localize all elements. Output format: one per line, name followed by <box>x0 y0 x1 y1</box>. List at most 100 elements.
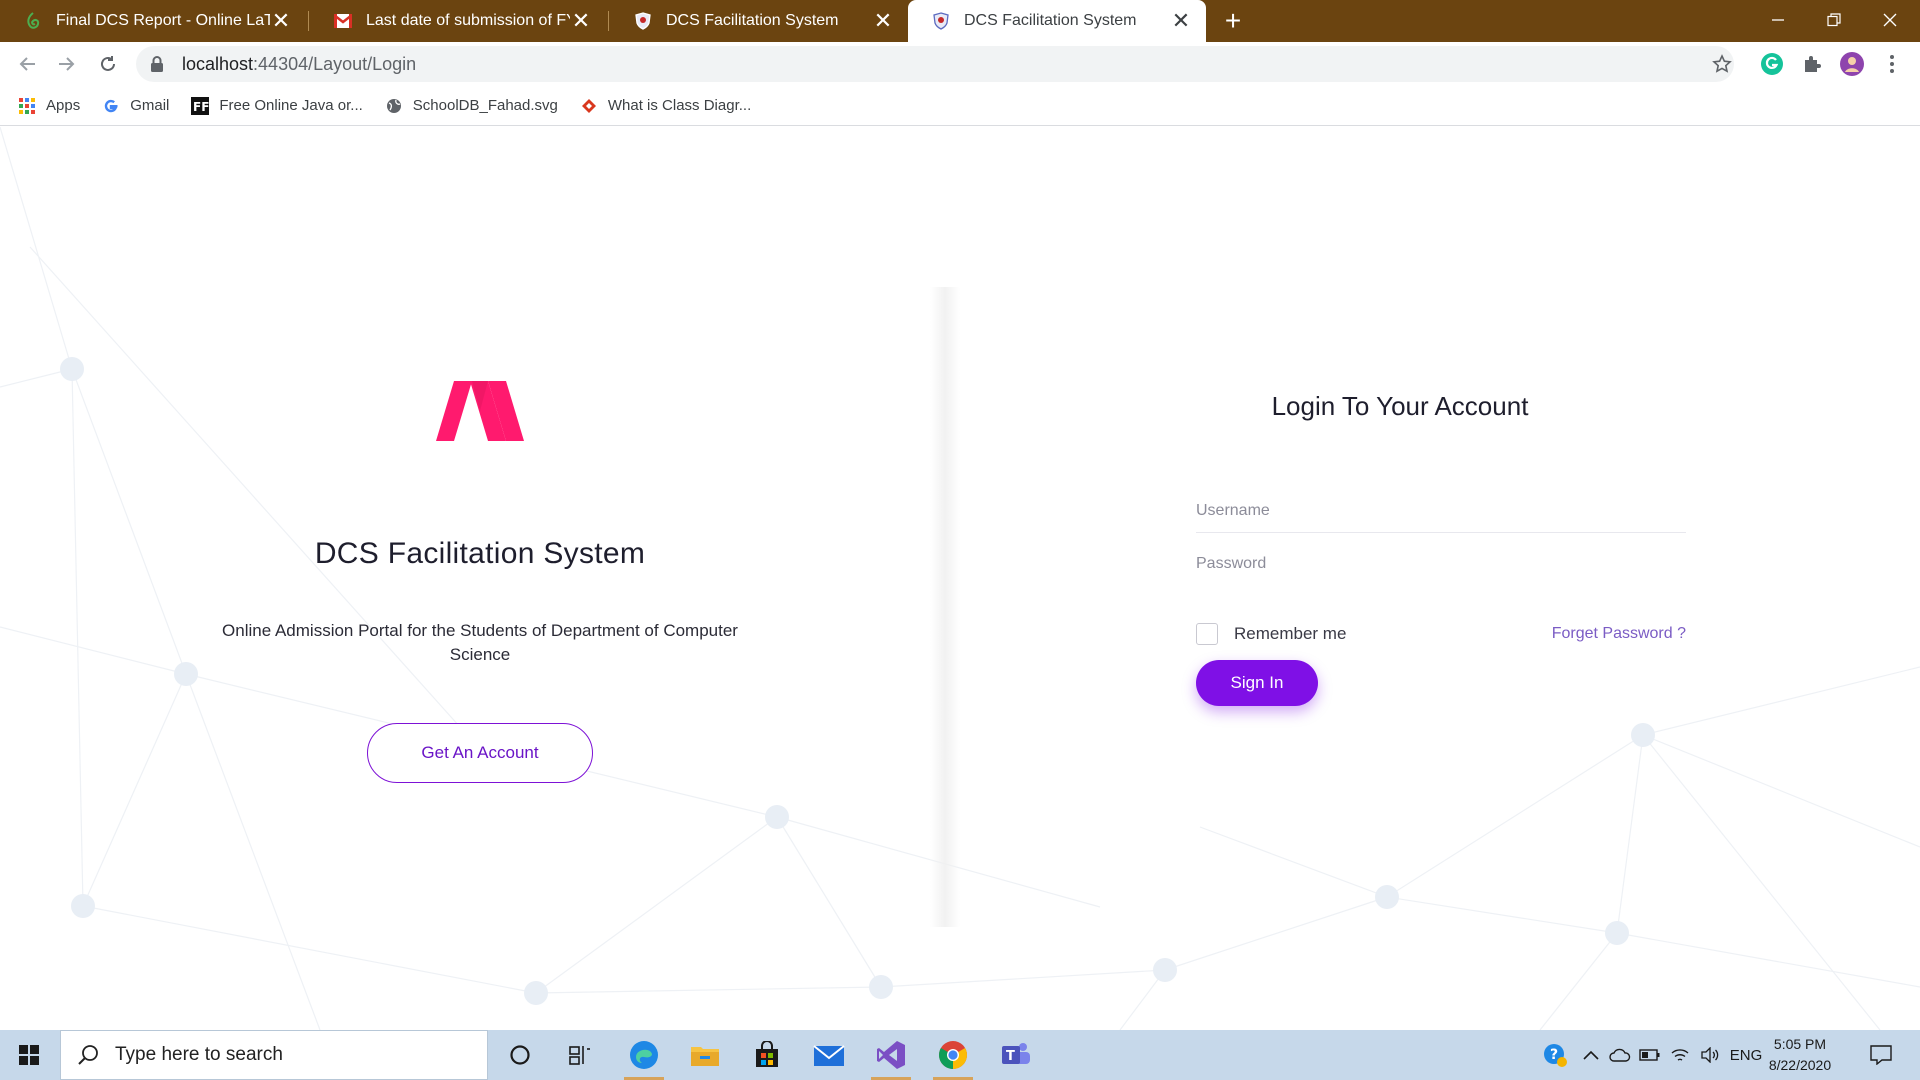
battery-icon[interactable] <box>1636 1030 1664 1080</box>
volume-icon[interactable] <box>1696 1030 1724 1080</box>
taskbar-search[interactable]: Type here to search <box>60 1030 488 1080</box>
chevron-up-icon[interactable] <box>1578 1030 1604 1080</box>
username-input[interactable] <box>1196 501 1686 520</box>
search-icon <box>78 1045 98 1065</box>
tab-title: Last date of submission of FYP fo <box>366 12 570 29</box>
tab-separator <box>608 11 609 31</box>
remember-me[interactable]: Remember me <box>1196 623 1346 645</box>
login-panel: Login To Your Account Remember me Forget… <box>960 127 1920 1030</box>
close-icon[interactable]: ✕ <box>570 10 592 32</box>
store-icon[interactable] <box>739 1030 795 1080</box>
reload-button[interactable] <box>92 48 124 80</box>
tab-gmail[interactable]: Last date of submission of FYP fo ✕ <box>310 0 606 42</box>
task-view-icon[interactable] <box>552 1030 608 1080</box>
wifi-icon[interactable] <box>1666 1030 1694 1080</box>
url-path: :44304/Layout/Login <box>253 53 417 74</box>
ff-icon: FF <box>191 96 210 115</box>
bookmark-gmail[interactable]: Gmail <box>102 97 169 115</box>
mail-icon[interactable] <box>801 1030 857 1080</box>
tab-dcs-active[interactable]: DCS Facilitation System ✕ <box>908 0 1206 42</box>
bookmark-label: SchoolDB_Fahad.svg <box>412 97 558 114</box>
google-icon <box>102 97 120 115</box>
back-button[interactable] <box>12 48 44 80</box>
start-button[interactable] <box>0 1030 58 1080</box>
visual-studio-icon[interactable] <box>863 1030 919 1080</box>
get-account-button[interactable]: Get An Account <box>367 723 593 783</box>
app-title: DCS Facilitation System <box>314 537 646 570</box>
close-icon[interactable]: ✕ <box>270 10 292 32</box>
tab-latex-report[interactable]: Final DCS Report - Online LaTeX E ✕ <box>0 0 306 42</box>
reload-icon <box>101 56 115 71</box>
bookmark-apps[interactable]: Apps <box>18 97 80 115</box>
tab-title: Final DCS Report - Online LaTeX E <box>56 12 270 29</box>
extensions-icon[interactable] <box>1798 50 1826 78</box>
tab-dcs-1[interactable]: DCS Facilitation System ✕ <box>610 0 908 42</box>
username-field[interactable] <box>1196 489 1686 533</box>
help-icon[interactable]: ? <box>1538 1030 1572 1080</box>
clock-time: 5:05 PM <box>1773 1036 1827 1052</box>
svg-text:T: T <box>1006 1049 1015 1064</box>
restore-button[interactable] <box>1806 0 1862 40</box>
windows-taskbar: Type here to search T ? ENG 5:05 PM 8/22… <box>0 1030 1920 1080</box>
forward-button[interactable] <box>50 48 82 80</box>
remember-label: Remember me <box>1234 624 1347 643</box>
address-bar[interactable]: localhost:44304/Layout/Login <box>136 46 1734 82</box>
password-input[interactable] <box>1196 555 1686 573</box>
gmail-icon <box>334 12 352 30</box>
back-arrow-icon <box>19 57 35 71</box>
bookmarks-bar: Apps Gmail FF Free Online Java or... Sch… <box>0 86 1920 126</box>
svg-text:?: ? <box>1550 1047 1558 1063</box>
login-page: DCS Facilitation System Online Admission… <box>0 127 1920 1030</box>
apps-grid-icon <box>18 97 36 115</box>
teams-icon[interactable]: T <box>987 1030 1043 1080</box>
minimize-button[interactable] <box>1750 0 1806 40</box>
tab-title: DCS Facilitation System <box>666 12 839 29</box>
logo <box>436 381 524 441</box>
profile-avatar[interactable] <box>1838 50 1866 78</box>
search-placeholder: Type here to search <box>115 1044 283 1065</box>
cortana-icon[interactable] <box>492 1030 548 1080</box>
close-icon[interactable]: ✕ <box>872 10 894 32</box>
clock[interactable]: 5:05 PM 8/22/2020 <box>1760 1034 1840 1076</box>
onedrive-icon[interactable] <box>1606 1030 1634 1080</box>
lock-icon <box>150 56 164 72</box>
login-title: Login To Your Account <box>1271 391 1529 421</box>
star-icon[interactable] <box>1708 50 1736 78</box>
bookmark-label: Gmail <box>130 97 170 114</box>
svg-text:FF: FF <box>193 100 209 114</box>
edge-icon[interactable] <box>616 1030 672 1080</box>
bookmark-label: What is Class Diagr... <box>607 97 752 114</box>
file-explorer-icon[interactable] <box>677 1030 733 1080</box>
tab-separator <box>308 11 309 31</box>
bookmark-schooldb[interactable]: SchoolDB_Fahad.svg <box>385 97 558 115</box>
browser-toolbar: localhost:44304/Layout/Login <box>0 42 1920 86</box>
shield-icon <box>932 12 950 30</box>
remember-checkbox[interactable] <box>1196 623 1218 645</box>
forget-password-link[interactable]: Forget Password ? <box>1538 623 1686 645</box>
menu-kebab-icon[interactable] <box>1878 50 1906 78</box>
overleaf-icon <box>24 12 42 30</box>
url-host: localhost <box>182 53 254 74</box>
app-description: Online Admission Portal for the Students… <box>222 621 738 664</box>
diamond-icon <box>580 97 598 115</box>
windows-logo-icon <box>19 1045 39 1065</box>
globe-icon <box>385 97 403 115</box>
intro-panel: DCS Facilitation System Online Admission… <box>0 127 960 1030</box>
new-tab-button[interactable]: + <box>1218 5 1248 36</box>
close-icon[interactable]: ✕ <box>1170 10 1192 32</box>
tab-title: DCS Facilitation System <box>964 12 1137 29</box>
bookmark-class-diagram[interactable]: What is Class Diagr... <box>580 97 751 115</box>
clock-date: 8/22/2020 <box>1768 1057 1832 1073</box>
sign-in-button[interactable]: Sign In <box>1196 660 1318 706</box>
browser-tab-bar: Final DCS Report - Online LaTeX E ✕ Last… <box>0 0 1920 42</box>
chrome-icon[interactable] <box>925 1030 981 1080</box>
notifications-icon[interactable] <box>1864 1030 1898 1080</box>
forward-arrow-icon <box>59 57 75 71</box>
bookmark-label: Apps <box>46 97 81 114</box>
grammarly-icon[interactable] <box>1758 50 1786 78</box>
shield-icon <box>634 12 652 30</box>
window-close-button[interactable] <box>1862 0 1918 40</box>
password-field[interactable] <box>1196 542 1686 586</box>
bookmark-label: Free Online Java or... <box>219 97 363 114</box>
bookmark-java[interactable]: FF Free Online Java or... <box>191 96 363 115</box>
